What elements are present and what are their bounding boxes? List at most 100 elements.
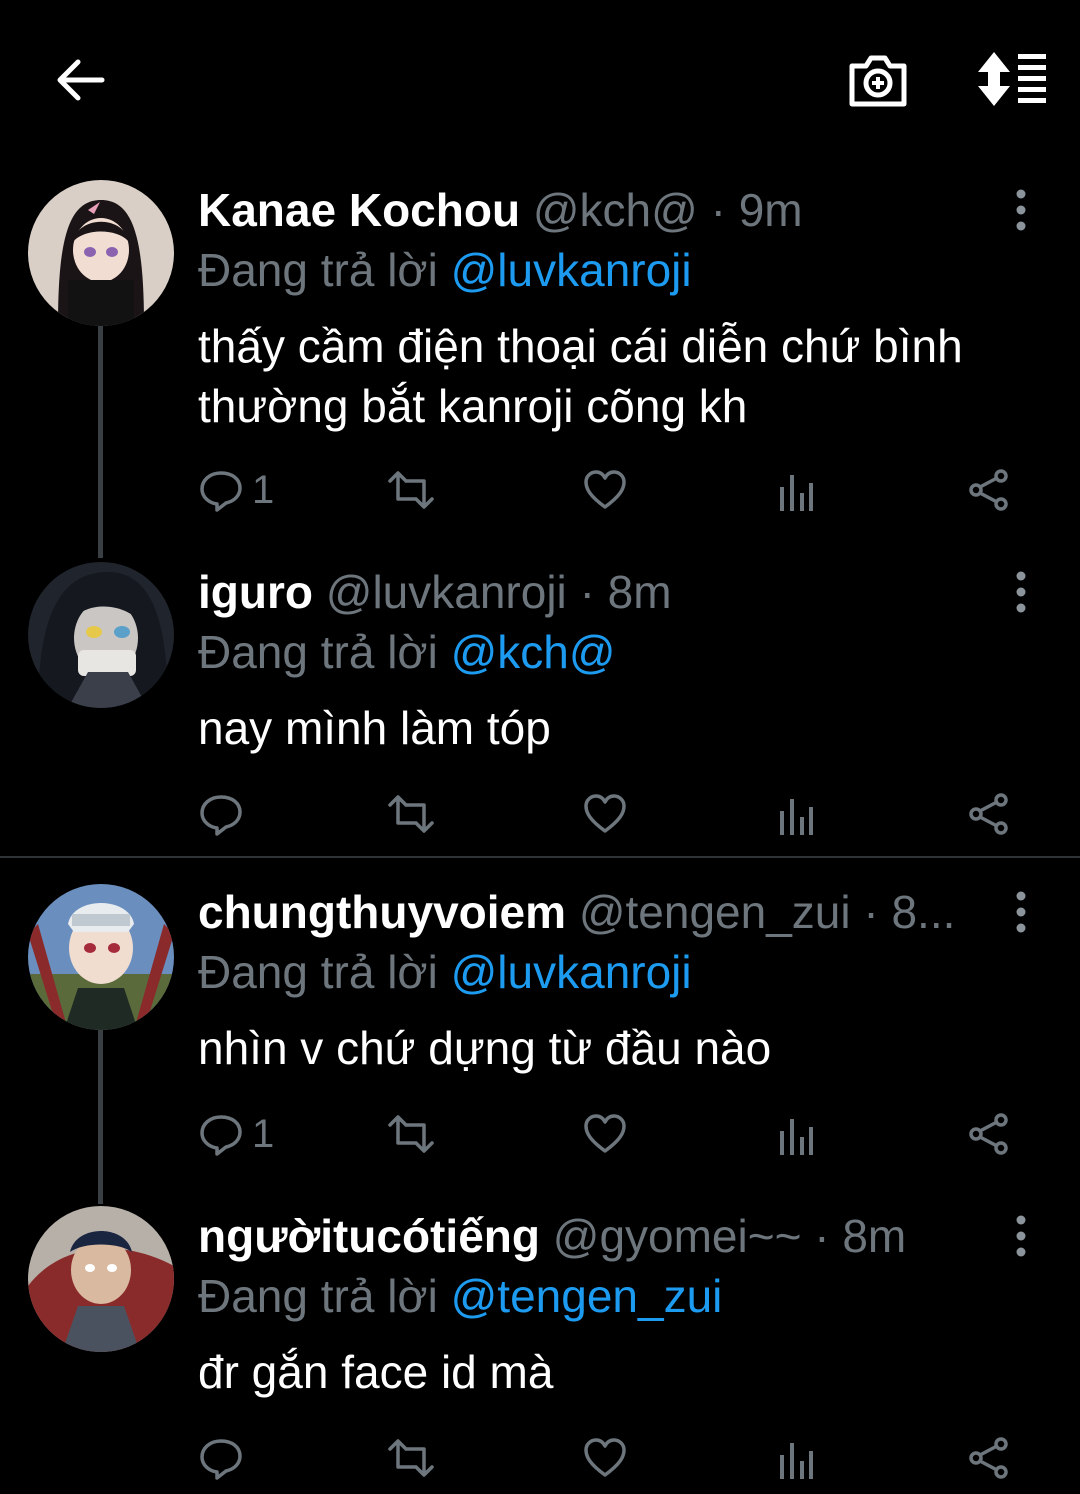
share-icon xyxy=(969,1437,1008,1479)
retweet-icon xyxy=(388,1115,434,1153)
more-options-button[interactable] xyxy=(1004,568,1038,616)
retweet-icon xyxy=(388,1439,434,1477)
heart-icon xyxy=(584,470,626,509)
display-name[interactable]: Kanae Kochou xyxy=(198,184,520,236)
share-button[interactable] xyxy=(966,1430,1012,1486)
reply-button[interactable]: 1 xyxy=(198,462,274,518)
like-button[interactable] xyxy=(582,462,628,518)
more-vertical-icon xyxy=(1016,891,1026,933)
analytics-icon xyxy=(780,475,813,511)
heart-icon xyxy=(584,1114,626,1153)
reply-button[interactable] xyxy=(198,786,252,842)
replying-label: Đang trả lời xyxy=(198,626,438,678)
replying-label: Đang trả lời xyxy=(198,244,438,296)
reply-button[interactable] xyxy=(198,1430,252,1486)
share-icon xyxy=(969,469,1008,511)
divider xyxy=(0,856,1080,858)
analytics-button[interactable] xyxy=(776,786,816,842)
retweet-icon xyxy=(388,471,434,509)
replying-to: Đang trả lời @kch@ xyxy=(198,624,616,680)
reply-mention[interactable]: @luvkanroji xyxy=(451,946,692,998)
analytics-button[interactable] xyxy=(776,1106,816,1162)
tweet-actions: 1 xyxy=(198,1106,1028,1162)
avatar[interactable] xyxy=(28,562,174,708)
replying-to: Đang trả lời @luvkanroji xyxy=(198,242,692,298)
like-button[interactable] xyxy=(582,1430,628,1486)
more-options-button[interactable] xyxy=(1004,888,1038,936)
share-button[interactable] xyxy=(966,1106,1012,1162)
replying-label: Đang trả lời xyxy=(198,1270,438,1322)
display-name[interactable]: ngườitucótiếng xyxy=(198,1210,540,1262)
handle[interactable]: @tengen_zui xyxy=(579,886,851,938)
replying-to: Đang trả lời @tengen_zui xyxy=(198,1268,722,1324)
more-vertical-icon xyxy=(1016,1215,1026,1257)
handle[interactable]: @gyomei~~ xyxy=(553,1210,802,1262)
analytics-icon xyxy=(780,1119,813,1155)
heart-icon xyxy=(584,794,626,833)
reply-count: 1 xyxy=(252,1111,275,1156)
tweet-text: đr gắn face id mà xyxy=(198,1346,554,1398)
tweet-header: Kanae Kochou @kch@ · 9m xyxy=(198,182,803,238)
share-icon xyxy=(969,1113,1008,1155)
analytics-button[interactable] xyxy=(776,1430,816,1486)
reply-mention[interactable]: @kch@ xyxy=(451,626,616,678)
like-button[interactable] xyxy=(582,1106,628,1162)
share-icon xyxy=(969,793,1008,835)
tweet-text: nay mình làm tóp xyxy=(198,702,551,754)
retweet-button[interactable] xyxy=(386,1106,436,1162)
display-name[interactable]: iguro xyxy=(198,566,313,618)
retweet-icon xyxy=(388,795,434,833)
display-name[interactable]: chungthuyvoiem xyxy=(198,886,566,938)
reply-icon xyxy=(200,1439,242,1480)
thread-line xyxy=(98,326,103,558)
share-button[interactable] xyxy=(966,462,1012,518)
tweet-text: thấy cầm điện thoại cái diễn chứ bình th… xyxy=(198,320,963,432)
handle[interactable]: @kch@ xyxy=(533,184,698,236)
top-bar xyxy=(0,0,1080,160)
retweet-button[interactable] xyxy=(386,462,436,518)
timestamp: · 8... xyxy=(863,886,956,938)
tweet-text: nhìn v chứ dựng từ đầu nào xyxy=(198,1022,772,1074)
tweet-actions: 1 xyxy=(198,462,1028,518)
avatar[interactable] xyxy=(28,884,174,1030)
camera-button[interactable] xyxy=(846,50,910,110)
replying-label: Đang trả lời xyxy=(198,946,438,998)
analytics-icon xyxy=(780,799,813,835)
timestamp: · 8m xyxy=(814,1210,907,1262)
handle[interactable]: @luvkanroji xyxy=(326,566,567,618)
replying-to: Đang trả lời @luvkanroji xyxy=(198,944,692,1000)
tweet-header: ngườitucótiếng @gyomei~~ · 8m xyxy=(198,1208,906,1264)
reply-button[interactable]: 1 xyxy=(198,1106,274,1162)
more-vertical-icon xyxy=(1016,571,1026,613)
avatar[interactable] xyxy=(28,1206,174,1352)
retweet-button[interactable] xyxy=(386,786,436,842)
analytics-button[interactable] xyxy=(776,462,816,518)
more-options-button[interactable] xyxy=(1004,1212,1038,1260)
reply-count: 1 xyxy=(252,467,275,512)
sort-list-icon xyxy=(978,52,1046,106)
more-vertical-icon xyxy=(1016,189,1026,231)
timestamp: · 8m xyxy=(579,566,672,618)
sort-button[interactable] xyxy=(974,48,1050,110)
analytics-icon xyxy=(780,1443,813,1479)
more-options-button[interactable] xyxy=(1004,186,1038,234)
reply-icon xyxy=(200,795,242,836)
tweet-header: iguro @luvkanroji · 8m xyxy=(198,564,672,620)
reply-icon xyxy=(200,1115,242,1156)
share-button[interactable] xyxy=(966,786,1012,842)
heart-icon xyxy=(584,1438,626,1477)
timestamp: · 9m xyxy=(710,184,803,236)
arrow-left-icon xyxy=(57,59,105,101)
tweet-actions xyxy=(198,786,1028,842)
avatar[interactable] xyxy=(28,180,174,326)
camera-plus-icon xyxy=(849,55,907,107)
retweet-button[interactable] xyxy=(386,1430,436,1486)
tweet-header: chungthuyvoiem @tengen_zui · 8... xyxy=(198,884,988,940)
reply-mention[interactable]: @tengen_zui xyxy=(451,1270,723,1322)
reply-mention[interactable]: @luvkanroji xyxy=(451,244,692,296)
tweet-actions xyxy=(198,1430,1028,1486)
back-button[interactable] xyxy=(52,52,108,108)
reply-icon xyxy=(200,471,242,512)
like-button[interactable] xyxy=(582,786,628,842)
thread-line xyxy=(98,1030,103,1204)
